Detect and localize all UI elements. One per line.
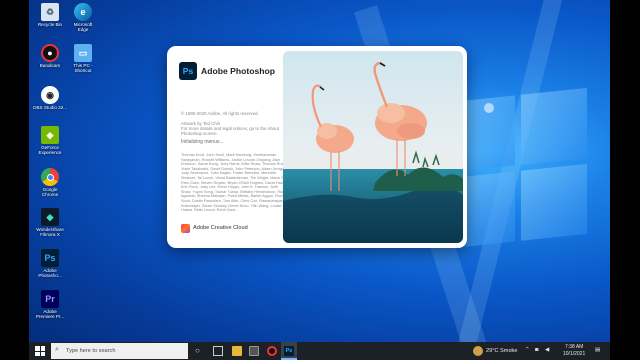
weather-icon <box>473 346 483 356</box>
photoshop-logo-icon: Ps <box>179 62 197 80</box>
bandicam-taskbar-icon[interactable] <box>267 346 277 356</box>
desktop: ♻ Recycle Bin e Microsoft Edge ● Bandica… <box>29 0 610 360</box>
cortana-icon[interactable]: ○ <box>195 346 200 355</box>
wondershare-filmora-icon: ◆ <box>41 208 59 226</box>
show-hidden-icons-icon[interactable]: ⌃ <box>525 347 530 353</box>
weather-text[interactable]: 29°C Smoke <box>486 348 517 354</box>
task-view-icon[interactable] <box>213 346 223 356</box>
google-chrome-icon <box>41 168 59 186</box>
clock-date[interactable]: 10/1/2021 <box>563 351 585 357</box>
premiere-shortcut-icon: Pr <box>41 290 59 308</box>
bandicam-icon: ● <box>41 44 59 62</box>
copyright-text: © 1990-2020 Adobe. All rights reserved. <box>181 111 259 116</box>
desktop-icon-filmora[interactable]: ◆ Wondershare Filmora X <box>30 208 70 237</box>
taskbar: ⌕ Type here to search ○ Ps 29°C Smoke ⌃ … <box>29 342 610 360</box>
volume-icon[interactable]: ◀ <box>545 347 549 353</box>
windows-wallpaper-logo <box>449 87 589 253</box>
file-explorer-icon[interactable] <box>232 346 242 356</box>
desktop-icon-this-pc[interactable]: ▭ This PC - Shortcut <box>63 44 103 73</box>
desktop-icon-chrome[interactable]: Google Chrome <box>30 168 70 197</box>
photoshop-taskbar-button[interactable]: Ps <box>281 342 297 360</box>
recycle-bin-icon: ♻ <box>41 3 59 21</box>
search-placeholder: Type here to search <box>66 348 116 354</box>
desktop-icon-photoshop[interactable]: Ps Adobe Photosho... <box>30 249 70 278</box>
loading-status: Initializing menus... <box>181 139 224 145</box>
photoshop-splash-screen: Ps Adobe Photoshop © 1990-2020 Adobe. Al… <box>167 46 467 248</box>
this-pc-icon: ▭ <box>74 44 92 62</box>
clock-time[interactable]: 7:38 AM <box>565 344 583 350</box>
mouse-cursor <box>484 103 494 113</box>
desktop-icon-premiere[interactable]: Pr Adobe Premiere Pr... <box>30 290 70 319</box>
photoshop-shortcut-icon: Ps <box>41 249 59 267</box>
creative-cloud-label: Adobe Creative Cloud <box>193 225 248 231</box>
photoshop-taskbar-icon: Ps <box>284 346 294 356</box>
taskbar-search-box[interactable]: ⌕ Type here to search <box>51 343 188 359</box>
geforce-experience-icon: ◈ <box>41 126 59 144</box>
start-button[interactable] <box>35 346 45 356</box>
taskbar-app-icon[interactable] <box>249 346 259 356</box>
network-icon[interactable]: ◙ <box>535 347 538 353</box>
splash-artwork <box>283 51 463 243</box>
desktop-icon-geforce[interactable]: ◈ GeForce Experience <box>30 126 70 155</box>
desktop-icon-edge[interactable]: e Microsoft Edge <box>63 3 103 32</box>
desktop-icon-obs[interactable]: ◉ OBS Studio 32... <box>30 86 70 110</box>
creative-cloud-icon <box>181 224 190 233</box>
artwork-credit: Artwork by Ted Chin For more details and… <box>181 121 279 137</box>
splash-info-panel: Ps Adobe Photoshop © 1990-2020 Adobe. Al… <box>179 58 289 240</box>
microsoft-edge-icon: e <box>74 3 92 21</box>
contributors-list: Thomas Knoll, John Knoll, Mark Hamburg, … <box>181 153 289 211</box>
splash-title: Adobe Photoshop <box>201 66 275 76</box>
notifications-icon[interactable]: ▤ <box>595 347 600 353</box>
search-icon: ⌕ <box>55 346 59 353</box>
obs-icon: ◉ <box>41 86 59 104</box>
